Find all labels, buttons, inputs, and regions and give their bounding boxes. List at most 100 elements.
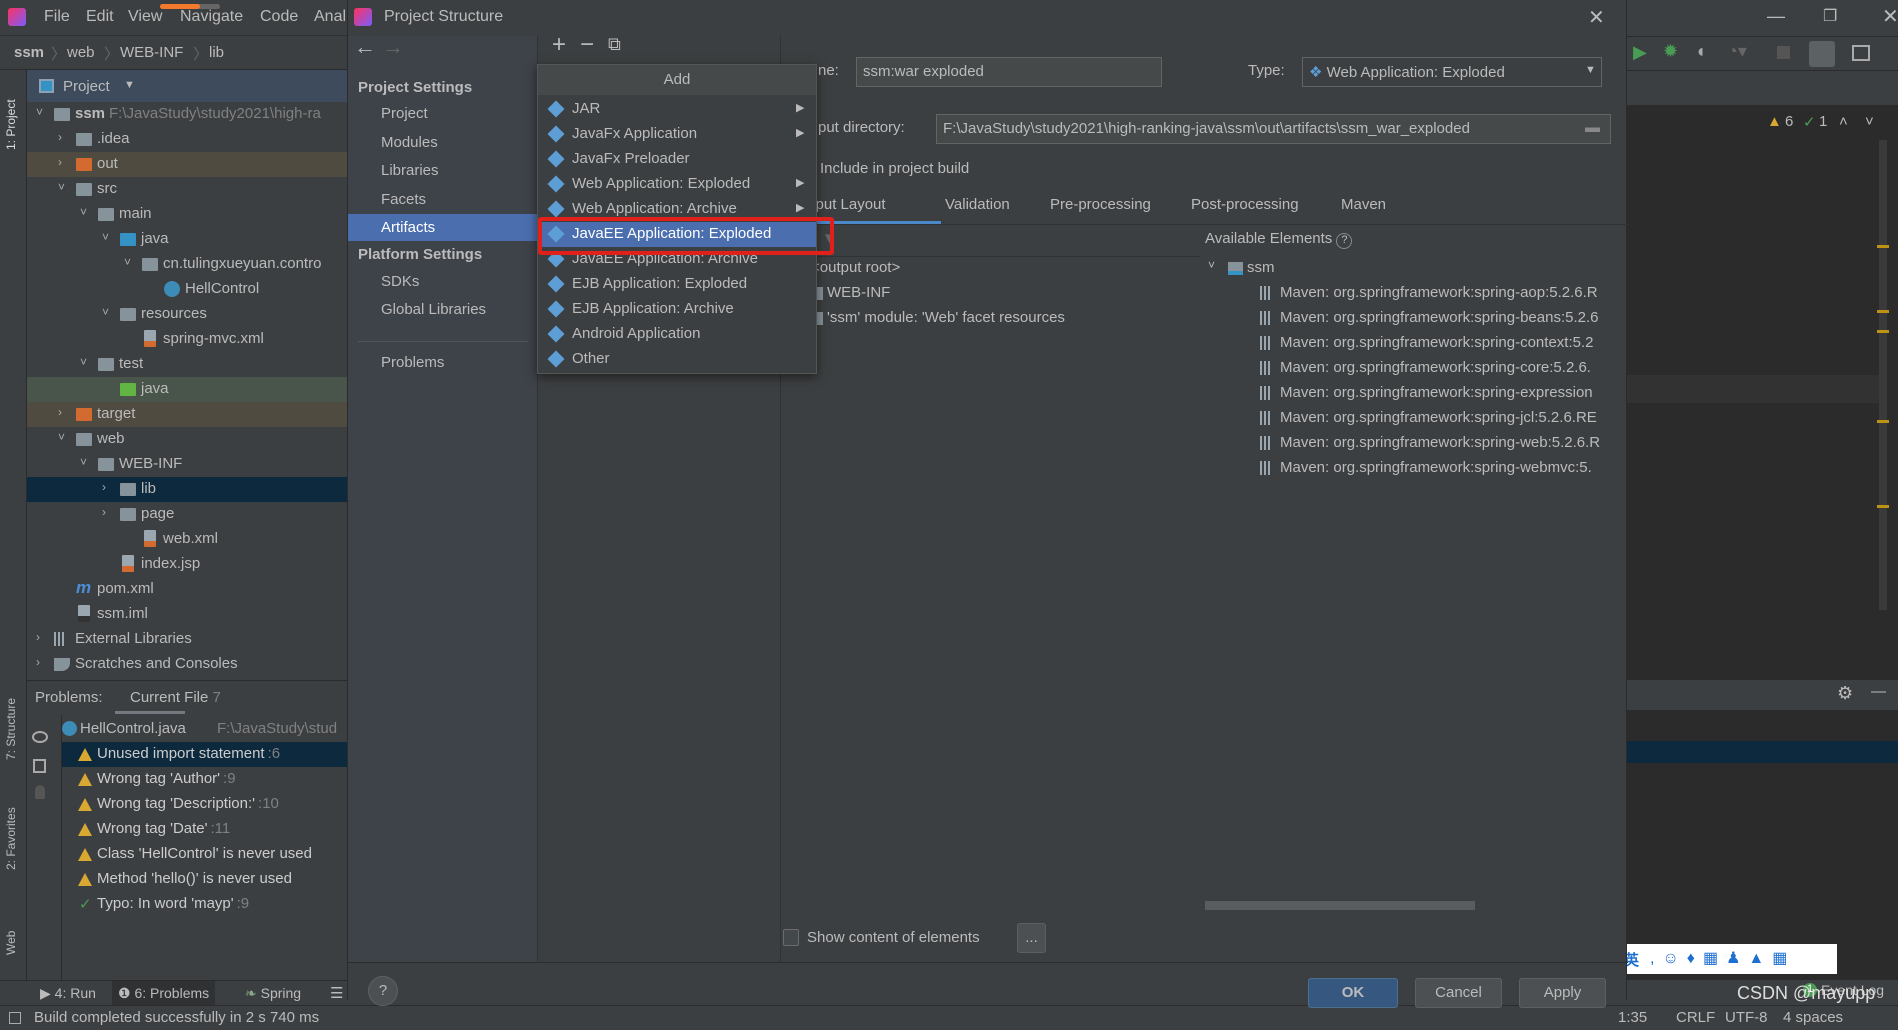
sidebar-item-global-libraries[interactable]: Global Libraries [381, 301, 486, 318]
available-root[interactable]: ssm [1247, 259, 1275, 276]
remove-artifact-icon[interactable]: − [580, 31, 594, 59]
tree-item[interactable]: › Scratches and Consoles [27, 652, 347, 677]
restore-button[interactable]: ❐ [1823, 6, 1837, 26]
tree-item[interactable]: ˅ src [27, 177, 347, 202]
eye-icon[interactable] [32, 731, 48, 743]
cancel-button[interactable]: Cancel [1415, 978, 1502, 1008]
add-menu-item[interactable]: JavaFx Application ▶ [538, 122, 816, 147]
add-menu-item[interactable]: Web Application: Exploded ▶ [538, 172, 816, 197]
chevron-right-icon[interactable]: › [58, 130, 62, 144]
close-window-button[interactable]: ✕ [1882, 4, 1898, 29]
tree-item[interactable]: web.xml [27, 527, 347, 552]
tab-run[interactable]: ▶ 4: Run [40, 985, 96, 1002]
chevron-down-icon[interactable]: ˅ [58, 180, 65, 194]
status-line-separator[interactable]: CRLF [1676, 1009, 1715, 1026]
breadcrumb-item[interactable]: WEB-INF [120, 44, 183, 61]
breadcrumb-item[interactable]: web [67, 44, 95, 61]
chevron-right-icon[interactable]: › [102, 480, 106, 494]
tree-item[interactable]: ssm.iml [27, 602, 347, 627]
available-element[interactable]: Maven: org.springframework:spring-contex… [1258, 331, 1626, 356]
sidebar-item-problems[interactable]: Problems [381, 354, 444, 371]
tree-item[interactable]: spring-mvc.xml [27, 327, 347, 352]
tree-item[interactable]: › page [27, 502, 347, 527]
available-element[interactable]: Maven: org.springframework:spring-core:5… [1258, 356, 1626, 381]
tab-post-processing[interactable]: Post-processing [1191, 196, 1299, 213]
add-menu-item[interactable]: Other [538, 347, 816, 372]
show-content-options-button[interactable]: ... [1017, 923, 1046, 953]
sidebar-item-artifacts[interactable]: Artifacts [348, 214, 537, 241]
tool-window-structure[interactable]: 7: Structure [4, 698, 18, 760]
status-indent[interactable]: 4 spaces [1783, 1009, 1843, 1026]
editor-scrollbar[interactable] [1879, 140, 1887, 610]
menu-view[interactable]: View [128, 8, 162, 26]
sidebar-item-modules[interactable]: Modules [348, 129, 537, 156]
sidebar-item-facets[interactable]: Facets [348, 186, 537, 213]
tree-item[interactable]: ˅ cn.tulingxueyuan.contro [27, 252, 347, 277]
chevron-right-icon[interactable]: › [58, 155, 62, 169]
available-element[interactable]: Maven: org.springframework:spring-web:5.… [1258, 431, 1626, 456]
project-structure-icon[interactable] [1809, 41, 1835, 67]
copy-artifact-icon[interactable]: ⧉ [608, 34, 621, 55]
tab-pre-processing[interactable]: Pre-processing [1050, 196, 1151, 213]
problem-item[interactable]: Unused import statement:6 [62, 742, 347, 767]
minimize-button[interactable]: — [1767, 6, 1785, 27]
show-content-checkbox[interactable] [783, 929, 799, 946]
add-menu-item[interactable]: EJB Application: Archive [538, 297, 816, 322]
chevron-down-icon[interactable]: ˅ [80, 455, 87, 469]
menu-code[interactable]: Code [260, 8, 298, 26]
nav-back-icon[interactable]: ← [354, 34, 376, 60]
terminal-icon[interactable] [1852, 45, 1870, 61]
tool-window-project[interactable]: 1: Project [4, 99, 18, 150]
problem-item[interactable]: Wrong tag 'Author':9 [62, 767, 347, 792]
gear-icon[interactable]: ⚙ [1837, 683, 1853, 704]
tree-item[interactable]: ˅ ssm F:\JavaStudy\study2021\high-ra [27, 102, 347, 127]
available-element[interactable]: Maven: org.springframework:spring-webmvc… [1258, 456, 1626, 481]
tree-item[interactable]: java [27, 377, 347, 402]
tree-item[interactable]: › out [27, 152, 347, 177]
tree-item[interactable]: › .idea [27, 127, 347, 152]
apply-button[interactable]: Apply [1519, 978, 1606, 1008]
chevron-right-icon[interactable]: › [58, 405, 62, 419]
menu-anal[interactable]: Anal [314, 8, 346, 26]
available-element[interactable]: Maven: org.springframework:spring-jcl:5.… [1258, 406, 1626, 431]
chevron-right-icon[interactable]: › [102, 505, 106, 519]
menu-edit[interactable]: Edit [86, 8, 114, 26]
add-artifact-icon[interactable]: + [552, 31, 566, 59]
coverage-icon[interactable]: ◖ [1695, 41, 1706, 62]
bulb-icon[interactable] [35, 785, 45, 799]
tab-problems[interactable]: ❶ 6: Problems [112, 981, 216, 1005]
tree-item[interactable]: › target [27, 402, 347, 427]
tab-validation[interactable]: Validation [945, 196, 1010, 213]
debug-icon[interactable]: ✹ [1663, 41, 1678, 62]
tree-item[interactable]: › lib [27, 477, 347, 502]
problem-item[interactable]: ✓ Typo: In word 'mayp':9 [62, 892, 347, 917]
chevron-down-icon[interactable]: ˅ [36, 105, 43, 119]
tool-window-favorites[interactable]: 2: Favorites [4, 807, 18, 870]
tab-maven[interactable]: Maven [1341, 196, 1386, 213]
profile-icon[interactable]: ◔▾ [1727, 41, 1747, 62]
nav-forward-icon[interactable]: → [382, 34, 404, 60]
include-in-build-checkbox[interactable]: Include in project build [820, 160, 969, 177]
problem-item[interactable]: Wrong tag 'Date':11 [62, 817, 347, 842]
chevron-down-icon[interactable]: ˅ [58, 430, 65, 444]
available-element[interactable]: Maven: org.springframework:spring-expres… [1258, 381, 1626, 406]
tree-item[interactable]: ˅ test [27, 352, 347, 377]
chevron-down-icon[interactable]: ˅ [80, 355, 87, 369]
project-view-selector[interactable]: Project [63, 78, 110, 95]
sidebar-item-sdks[interactable]: SDKs [381, 273, 419, 290]
layout-tree-item[interactable]: 'ssm' module: 'Web' facet resources [803, 306, 1183, 331]
problem-file[interactable]: HellControl.java F:\JavaStudy\stud [62, 717, 347, 742]
breadcrumb-item[interactable]: lib [209, 44, 224, 61]
name-field[interactable]: ssm:war exploded [856, 57, 1162, 87]
chevron-right-icon[interactable]: › [36, 655, 40, 669]
tree-item[interactable]: ˅ WEB-INF [27, 452, 347, 477]
tree-item[interactable]: ˅ java [27, 227, 347, 252]
add-menu-item[interactable]: Android Application [538, 322, 816, 347]
add-menu-item[interactable]: JavaFx Preloader [538, 147, 816, 172]
tree-item[interactable]: index.jsp [27, 552, 347, 577]
menu-navigate[interactable]: Navigate [180, 8, 243, 26]
status-caret[interactable]: 1:35 [1618, 1009, 1647, 1026]
layout-tree-item[interactable]: WEB-INF [803, 281, 1183, 306]
tab-spring[interactable]: ❧ Spring [245, 985, 301, 1002]
tree-item[interactable]: ˅ web [27, 427, 347, 452]
